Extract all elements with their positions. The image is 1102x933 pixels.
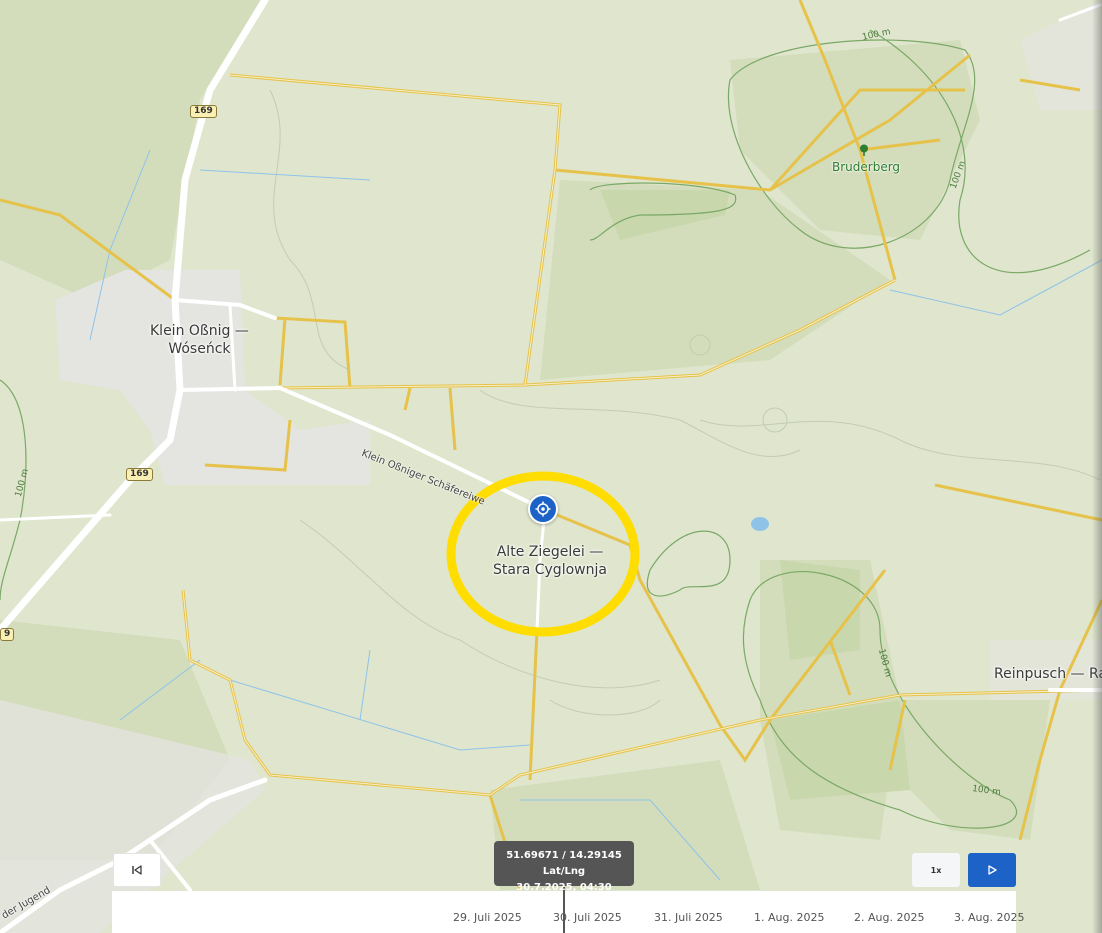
skip-to-start-button[interactable]: [113, 853, 161, 887]
route-badge-edge: 9: [0, 628, 15, 641]
place-label-klein-ossnig[interactable]: Klein Oßnig — Wóseńck: [150, 322, 249, 358]
skip-to-start-icon: [132, 865, 142, 875]
place-label-alte-ziegelei-text: Alte Ziegelei — Stara Cyglownja: [493, 544, 607, 578]
map-canvas[interactable]: [0, 0, 1102, 933]
peak-label-bruderberg[interactable]: Bruderberg: [832, 160, 900, 174]
position-tooltip: 51.69671 / 14.29145 Lat/Lng 30.7.2025, 0…: [494, 841, 634, 893]
panel-edge-shadow: [1092, 0, 1102, 933]
tooltip-time: 30.7.2025, 04:30: [516, 882, 612, 893]
playback-speed-label: 1x: [930, 865, 942, 875]
crosshair-target-icon: [535, 501, 551, 517]
timeline-tick: 2. Aug. 2025: [854, 911, 925, 924]
timeline-tick: 3. Aug. 2025: [954, 911, 1025, 924]
playback-speed-button[interactable]: 1x: [912, 853, 960, 887]
tooltip-coordinates: 51.69671 / 14.29145 Lat/Lng: [506, 850, 622, 877]
place-label-klein-ossnig-text: Klein Oßnig — Wóseńck: [150, 323, 249, 357]
route-badge-169-north: 169: [190, 105, 217, 118]
play-button[interactable]: [968, 853, 1016, 887]
route-badge-169-south: 169: [126, 468, 153, 481]
tree-peak-icon: [860, 144, 868, 156]
location-marker[interactable]: [528, 494, 558, 524]
timeline-tick: 1. Aug. 2025: [754, 911, 825, 924]
place-label-reinpusch[interactable]: Reinpusch — Ra: [994, 665, 1102, 683]
timeline-tick: 31. Juli 2025: [654, 911, 723, 924]
play-icon: [988, 865, 997, 875]
timeline-tick: 29. Juli 2025: [453, 911, 522, 924]
pond: [751, 517, 769, 531]
place-label-alte-ziegelei[interactable]: Alte Ziegelei — Stara Cyglownja: [493, 543, 607, 579]
